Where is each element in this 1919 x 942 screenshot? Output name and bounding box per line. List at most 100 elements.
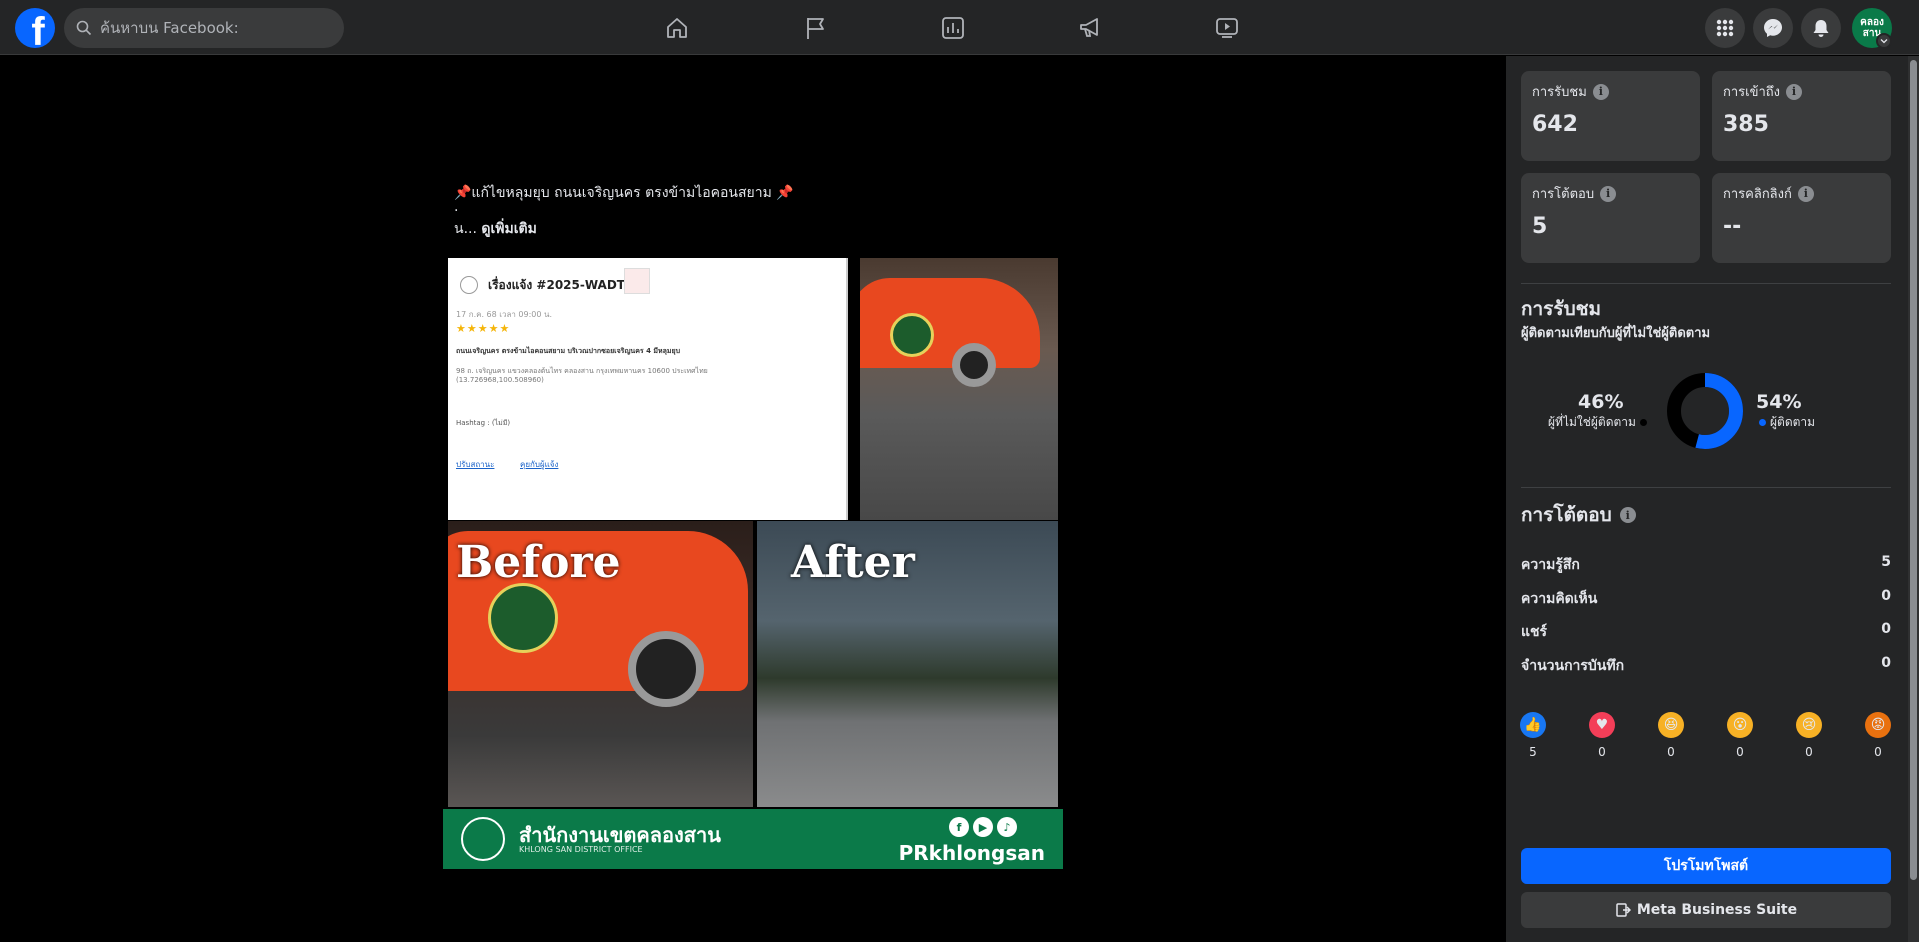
meta-business-suite-label: Meta Business Suite	[1636, 902, 1798, 918]
search-icon	[76, 20, 92, 36]
stat-label: การรับชม	[1532, 85, 1587, 100]
megaphone-icon	[1080, 17, 1098, 37]
non-followers-dot	[1639, 419, 1647, 426]
tiktok-icon: ♪	[997, 817, 1017, 837]
stat-card-reach: การเข้าถึง i 385	[1712, 71, 1891, 161]
stat-label: การคลิกลิงก์	[1723, 187, 1792, 202]
stat-value: 5	[1532, 214, 1548, 239]
views-section-subtitle: ผู้ติดตามเทียบกับผู้ที่ไม่ใช่ผู้ติดตาม	[1521, 326, 1711, 341]
taxi-badge	[890, 313, 934, 357]
info-icon[interactable]: i	[1600, 185, 1617, 202]
row-label: แชร์	[1521, 624, 1548, 640]
search-input[interactable]	[100, 19, 320, 37]
report-description: ถนนเจริญนคร ตรงข้ามไอคอนสยาม บริเวณปากซอ…	[456, 347, 681, 355]
stat-value: 385	[1723, 112, 1769, 137]
grid-menu-icon	[1716, 19, 1734, 37]
taxi-photo	[860, 258, 1058, 520]
before-taxi-wheel	[628, 631, 704, 707]
nav-video[interactable]	[1171, 0, 1283, 55]
info-icon[interactable]: i	[1619, 507, 1636, 523]
stat-label: การเข้าถึง	[1723, 85, 1781, 100]
facebook-logo[interactable]: f	[15, 8, 55, 48]
banner-social-icons: f ▶ ♪	[949, 817, 1017, 837]
nav-ads[interactable]	[1034, 0, 1146, 55]
notifications-button[interactable]	[1801, 8, 1841, 48]
scroll-thumb[interactable]	[1910, 60, 1917, 880]
angry-glyph: 😡	[1870, 717, 1886, 733]
report-coords: (13.726968,100.508960)	[456, 376, 544, 384]
see-more-link[interactable]: ดูเพิ่มเติม	[481, 221, 536, 237]
nav-home[interactable]	[621, 0, 733, 55]
non-followers-legend: ผู้ที่ไม่ใช่ผู้ติดตาม	[1548, 413, 1647, 432]
post-image[interactable]: เรื่องแจ้ง #2025-WADTYV 17 ก.ค. 68 เวลา …	[443, 253, 1063, 869]
engagement-row-reactions: ความรู้สึก 5	[1521, 554, 1891, 576]
video-icon	[1216, 17, 1238, 38]
haha-count: 0	[1667, 745, 1675, 759]
chevron-down-icon	[1880, 39, 1888, 44]
stat-card-views: การรับชม i 642	[1521, 71, 1700, 161]
banner-subtitle: KHLONG SAN DISTRICT OFFICE	[519, 845, 643, 854]
info-icon[interactable]: i	[1592, 83, 1609, 100]
post-caption: 📌แก้ไขหลุมยุบ ถนนเจริญนคร ตรงข้ามไอคอนสย…	[454, 184, 1074, 238]
district-banner: สำนักงานเขตคลองสาน KHLONG SAN DISTRICT O…	[443, 809, 1063, 869]
row-value: 0	[1881, 655, 1891, 671]
report-stars: ★★★★★	[456, 322, 511, 335]
info-icon[interactable]: i	[1797, 185, 1814, 202]
home-icon	[667, 17, 687, 38]
promote-post-button[interactable]: โปรโมทโพสต์	[1521, 848, 1891, 884]
sad-glyph: 😢	[1801, 717, 1817, 733]
stat-value: 642	[1532, 112, 1578, 137]
search-box[interactable]	[64, 8, 344, 48]
stat-card-link-clicks: การคลิกลิงก์ i --	[1712, 173, 1891, 263]
nav-pages[interactable]	[760, 0, 872, 55]
sad-count: 0	[1805, 745, 1813, 759]
engagement-title-text: การโต้ตอบ	[1521, 504, 1612, 526]
love-glyph: ♥	[1595, 717, 1609, 733]
after-photo: After	[757, 521, 1058, 807]
angry-icon: 😡	[1865, 712, 1891, 738]
engagement-section-title: การโต้ตอบ i	[1521, 500, 1636, 530]
caption-prefix: น...	[454, 221, 482, 237]
haha-icon: 😆	[1658, 712, 1684, 738]
report-link-status: ปรับสถานะ	[456, 460, 495, 469]
row-value: 0	[1881, 621, 1891, 637]
top-bar: f คลอง สาน	[0, 0, 1919, 55]
youtube-icon: ▶	[973, 817, 993, 837]
like-glyph: 👍	[1524, 717, 1542, 733]
views-section-title: การรับชม	[1521, 298, 1602, 320]
engagement-row-comments: ความคิดเห็น 0	[1521, 588, 1891, 610]
after-label: After	[791, 537, 915, 588]
love-icon: ♥	[1589, 712, 1615, 738]
flag-icon	[807, 17, 824, 39]
report-title: เรื่องแจ้ง #2025-WADTYV	[488, 278, 643, 292]
wow-count: 0	[1736, 745, 1744, 759]
messenger-icon	[1764, 19, 1782, 37]
row-label: ความรู้สึก	[1521, 557, 1580, 573]
row-value: 5	[1881, 554, 1891, 570]
account-menu-badge[interactable]	[1876, 33, 1892, 49]
messenger-button[interactable]	[1753, 8, 1793, 48]
taxi-shape	[860, 278, 1040, 368]
report-hashtag: Hashtag : (ไม่มี)	[456, 419, 511, 427]
facebook-logo-glyph: f	[31, 10, 45, 48]
report-screenshot: เรื่องแจ้ง #2025-WADTYV 17 ก.ค. 68 เวลา …	[448, 258, 848, 520]
menu-button[interactable]	[1705, 8, 1745, 48]
followers-percent: 54%	[1756, 391, 1802, 413]
district-seal-icon	[461, 817, 505, 861]
nav-insights[interactable]	[897, 0, 1009, 55]
sad-icon: 😢	[1796, 712, 1822, 738]
stat-card-engagement: การโต้ตอบ i 5	[1521, 173, 1700, 263]
stat-label: การโต้ตอบ	[1532, 187, 1595, 202]
followers-donut-chart	[1667, 373, 1743, 449]
love-count: 0	[1598, 745, 1606, 759]
wow-icon: 😮	[1727, 712, 1753, 738]
like-count: 5	[1529, 745, 1537, 759]
meta-business-suite-button[interactable]: Meta Business Suite	[1521, 892, 1891, 928]
non-followers-label: ผู้ที่ไม่ใช่ผู้ติดตาม	[1548, 415, 1636, 429]
sidebar-scrollbar[interactable]	[1908, 56, 1919, 942]
seal-icon	[624, 268, 650, 294]
row-label: ความคิดเห็น	[1521, 591, 1598, 607]
followers-legend: ผู้ติดตาม	[1759, 413, 1815, 432]
info-icon[interactable]: i	[1786, 83, 1803, 100]
stat-value: --	[1723, 214, 1742, 239]
